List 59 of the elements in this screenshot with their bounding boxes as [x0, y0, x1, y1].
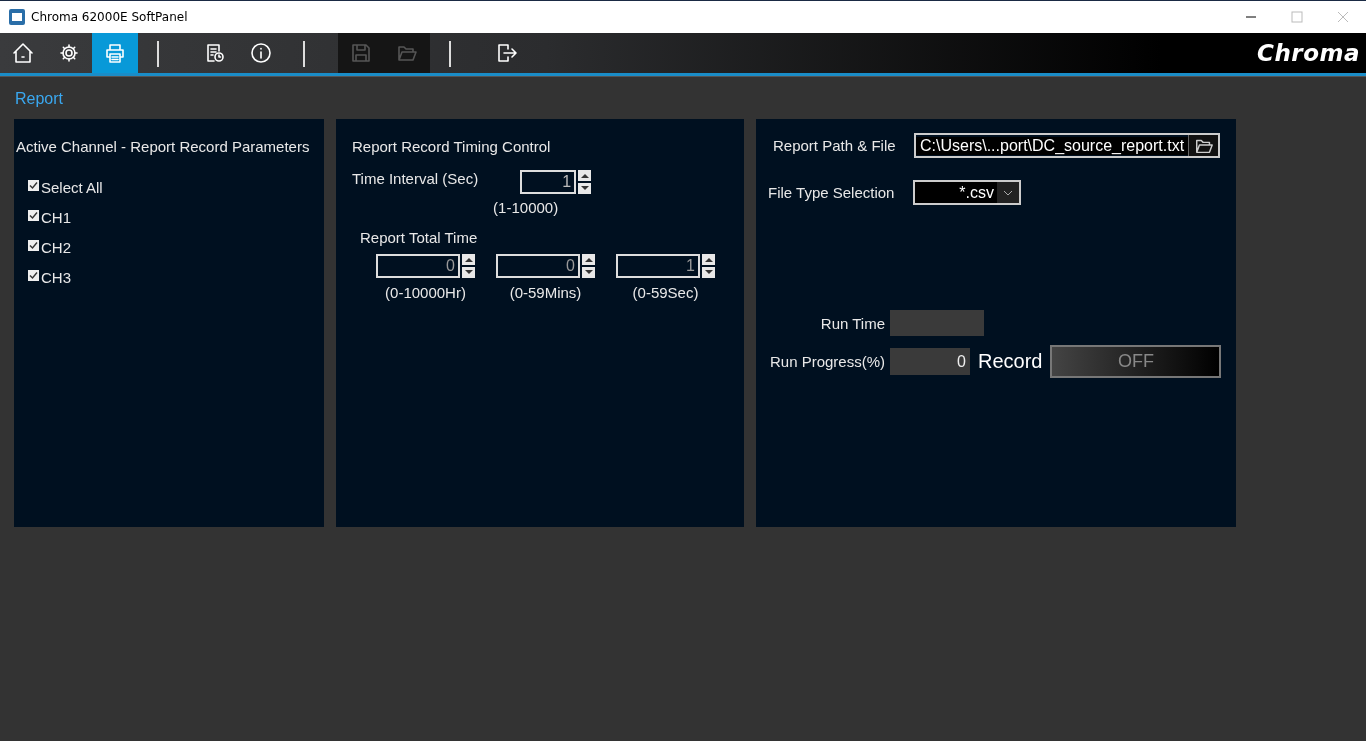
field-label: Run Progress(%) — [768, 353, 886, 370]
maximize-icon — [1291, 11, 1303, 23]
up-triangle-icon — [584, 257, 593, 262]
spin-down-button[interactable] — [702, 267, 715, 278]
range-hint: (0-10000Hr) — [385, 284, 466, 301]
spin-down-button[interactable] — [578, 183, 592, 194]
up-triangle-icon — [704, 257, 713, 262]
checkbox[interactable] — [28, 180, 39, 191]
home-icon — [12, 42, 34, 64]
run-progress-field: 0 — [890, 348, 970, 375]
caret-icon — [997, 182, 1019, 203]
number-field[interactable]: 0 — [496, 254, 580, 278]
panel-title: Active Channel - Report Record Parameters — [16, 138, 311, 155]
field-label: Time Interval (Sec) — [352, 170, 479, 189]
window-title: Chroma 62000E SoftPanel — [31, 10, 188, 24]
exit-icon — [496, 42, 518, 64]
spin-up-button[interactable] — [462, 254, 475, 265]
record-label: Record — [978, 350, 1043, 373]
checkbox[interactable] — [28, 210, 39, 221]
panel-title: Report Record Timing Control — [352, 138, 552, 155]
number-field[interactable]: 1 — [520, 170, 577, 194]
number-field[interactable]: 1 — [616, 254, 700, 278]
range-hint: (0-59Mins) — [509, 284, 582, 301]
spin-up-button[interactable] — [582, 254, 595, 265]
file-type-dropdown[interactable]: *.csv — [913, 180, 1021, 205]
range-hint: (0-59Sec) — [632, 284, 699, 301]
range-hint: (1-10000) — [493, 199, 559, 216]
printer-icon — [104, 42, 126, 64]
down-triangle-icon — [584, 270, 593, 275]
checkbox[interactable] — [28, 270, 39, 281]
close-icon — [1337, 11, 1349, 23]
spin-down-button[interactable] — [462, 267, 475, 278]
gear-icon — [58, 42, 80, 64]
field-label: Report Path & File — [773, 137, 897, 154]
up-triangle-icon — [580, 173, 589, 178]
checkbox[interactable] — [28, 240, 39, 251]
app-icon — [9, 9, 25, 25]
checkbox-option[interactable]: CH1 — [28, 207, 324, 228]
number-field[interactable]: 0 — [376, 254, 460, 278]
down-triangle-icon — [704, 270, 713, 275]
down-triangle-icon — [464, 270, 473, 275]
checkbox-option[interactable]: CH2 — [28, 237, 324, 258]
info-icon — [250, 42, 272, 64]
browse-button[interactable] — [1188, 135, 1218, 156]
field-label: Run Time — [819, 314, 886, 332]
up-triangle-icon — [464, 257, 473, 262]
spin-down-button[interactable] — [582, 267, 595, 278]
down-triangle-icon — [580, 186, 589, 191]
document-icon — [204, 42, 226, 64]
brand-logo: Chroma — [1257, 40, 1360, 66]
path-field[interactable]: C:\Users\...port\DC_source_report.txt — [914, 133, 1220, 158]
page-title: Report — [15, 90, 65, 109]
checkbox-option[interactable]: CH3 — [28, 267, 324, 288]
field-label: Report Total Time — [360, 229, 479, 246]
spin-up-button[interactable] — [578, 170, 592, 181]
field-label: File Type Selection — [768, 184, 896, 201]
record-toggle-button[interactable]: OFF — [1050, 345, 1222, 378]
spin-up-button[interactable] — [702, 254, 715, 265]
checkbox-option[interactable]: Select All — [28, 177, 324, 198]
